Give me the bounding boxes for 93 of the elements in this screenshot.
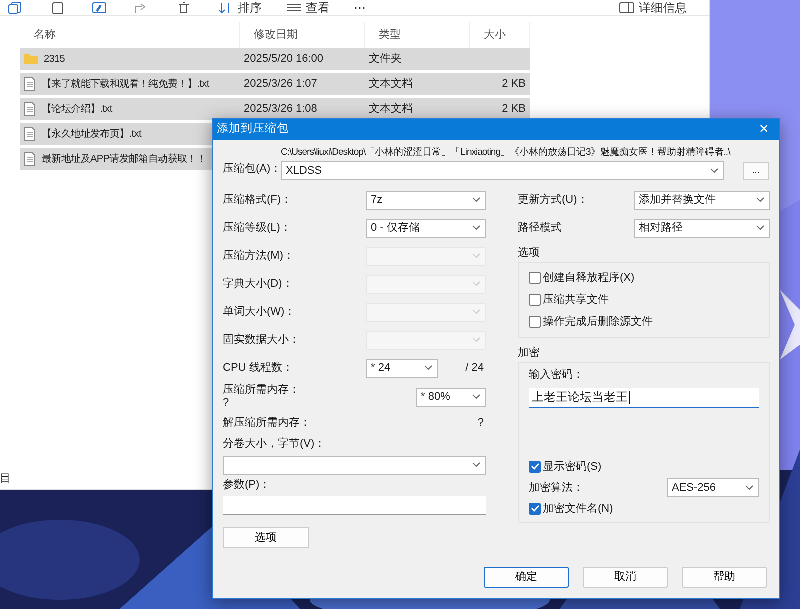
checkbox-label: 操作完成后删除源文件 — [543, 314, 653, 330]
file-name: 2315 — [44, 52, 66, 66]
chevron-icon — [472, 337, 481, 344]
chevron-icon — [745, 484, 754, 491]
dropdown[interactable]: * 24 — [366, 358, 438, 378]
checkbox[interactable] — [529, 294, 541, 306]
file-name: 【论坛介绍】.txt — [42, 102, 112, 116]
chevron-icon — [424, 365, 433, 372]
field-label: 压缩方法(M)： — [223, 248, 296, 264]
chevron-icon — [472, 309, 481, 316]
window-title: 添加到压缩包 — [217, 122, 289, 137]
chevron-icon — [472, 462, 481, 468]
toolbar-menu-button[interactable]: 查看 — [286, 0, 330, 14]
field-label: 单词大小(W)： — [223, 305, 297, 320]
group-title: 加密 — [518, 346, 541, 360]
view-icon — [286, 2, 302, 14]
toolbar-menu-button[interactable]: 排序 — [218, 0, 262, 14]
thread-total: / 24 — [466, 361, 485, 376]
document-icon — [24, 152, 36, 166]
parameters-field[interactable] — [223, 496, 486, 516]
field-label: 路径模式 — [518, 221, 563, 236]
chevron-icon — [756, 225, 765, 232]
checkbox[interactable] — [529, 460, 541, 473]
file-size: 2 KB — [501, 102, 527, 117]
dialog-button[interactable]: 取消 — [583, 567, 668, 588]
dropdown[interactable]: 7z — [366, 190, 486, 210]
rename-icon[interactable] — [92, 2, 108, 14]
memory-value: ? — [223, 397, 230, 410]
file-name: 【来了就能下载和观看！纯免费！】.txt — [42, 78, 210, 92]
details-button[interactable]: 详细信息 — [619, 0, 687, 14]
field-label: 输入密码： — [529, 368, 585, 384]
dropdown[interactable]: * 80% — [416, 388, 486, 407]
field-label: 压缩格式(F)： — [223, 192, 294, 208]
field-label: 参数(P)： — [223, 478, 272, 493]
file-name: 最新地址及APP请发邮箱自动获取！！ — [42, 152, 207, 166]
file-name: 【永久地址发布页】.txt — [42, 128, 142, 142]
group-title: 选项 — [518, 246, 541, 260]
field-label: 固实数据大小： — [223, 332, 301, 348]
status-text: 目 — [0, 472, 11, 486]
chevron-icon — [756, 197, 765, 204]
document-icon — [24, 77, 36, 91]
file-row[interactable]: 【论坛介绍】.txt 2025/3/26 1:08 文本文档 2 KB — [20, 98, 530, 120]
document-icon — [24, 102, 36, 116]
file-size: 2 KB — [501, 76, 527, 92]
field-label: 分卷大小，字节(V)： — [223, 436, 327, 452]
modified-date: 2025/5/20 16:00 — [243, 52, 325, 67]
file-type: 文件夹 — [368, 52, 403, 67]
chevron-icon — [710, 168, 719, 174]
copy-icon[interactable] — [8, 2, 24, 14]
options-button[interactable]: 选项 — [223, 527, 309, 548]
dropdown[interactable]: 添加并替换文件 — [634, 190, 770, 210]
chevron-icon — [472, 394, 481, 400]
close-button[interactable]: × — [749, 119, 779, 140]
field-label: 压缩等级(L)： — [223, 220, 292, 236]
more-button[interactable]: ⋯ — [354, 0, 366, 14]
checkbox-label: 创建自释放程序(X) — [543, 270, 635, 286]
memory-value: ? — [478, 416, 485, 431]
delete-icon[interactable] — [176, 2, 192, 14]
dropdown[interactable]: 相对路径 — [634, 218, 770, 238]
checkbox-label: 加密文件名(N) — [543, 502, 614, 516]
modified-date: 2025/3/26 1:08 — [243, 102, 318, 117]
checkbox-label: 压缩共享文件 — [543, 292, 609, 308]
dropdown[interactable]: 0 - 仅存储 — [366, 218, 486, 238]
dropdown[interactable]: AES-256 — [667, 478, 759, 498]
chevron-icon — [472, 253, 481, 260]
field-label: 解压缩所需内存： — [223, 416, 312, 431]
checkbox[interactable] — [529, 316, 541, 328]
chevron-icon — [472, 197, 481, 204]
checkbox-label: 显示密码(S) — [543, 460, 602, 474]
archive-name-combo[interactable]: XLDSS — [281, 161, 724, 180]
chevron-icon — [472, 281, 481, 288]
dialog-button[interactable]: 帮助 — [682, 567, 767, 588]
field-label: 加密算法： — [529, 480, 585, 496]
browse-button[interactable]: ... — [743, 162, 769, 180]
file-type: 文本文档 — [368, 76, 414, 92]
field-label: 压缩所需内存： — [223, 384, 301, 398]
checkbox[interactable] — [529, 502, 541, 515]
field-label: 字典大小(D)： — [223, 276, 294, 292]
document-icon — [24, 127, 36, 141]
modified-date: 2025/3/26 1:07 — [243, 76, 318, 92]
password-field[interactable]: 上老王论坛当老王 — [529, 388, 759, 408]
dialog-button[interactable]: 确定 — [484, 567, 569, 588]
file-row[interactable]: 2315 2025/5/20 16:00 文件夹 — [20, 48, 530, 70]
field-label: 更新方式(U)： — [518, 192, 590, 208]
chevron-icon — [472, 225, 481, 232]
field-label: 压缩包(A)： — [223, 162, 277, 177]
file-row[interactable]: 【来了就能下载和观看！纯免费！】.txt 2025/3/26 1:07 文本文档 2 KB — [20, 73, 530, 95]
folder-icon — [24, 53, 38, 65]
file-type: 文本文档 — [368, 102, 414, 117]
archive-path: C:\Users\liuxi\Desktop\「小林的涩涩日常」「Linxiaoting」《小林的放荡日记3》魅魔痴女医！帮助射精障碍者..\ — [281, 146, 732, 160]
checkbox[interactable] — [529, 272, 541, 284]
details-icon — [619, 2, 635, 14]
field-label: CPU 线程数： — [223, 361, 294, 376]
